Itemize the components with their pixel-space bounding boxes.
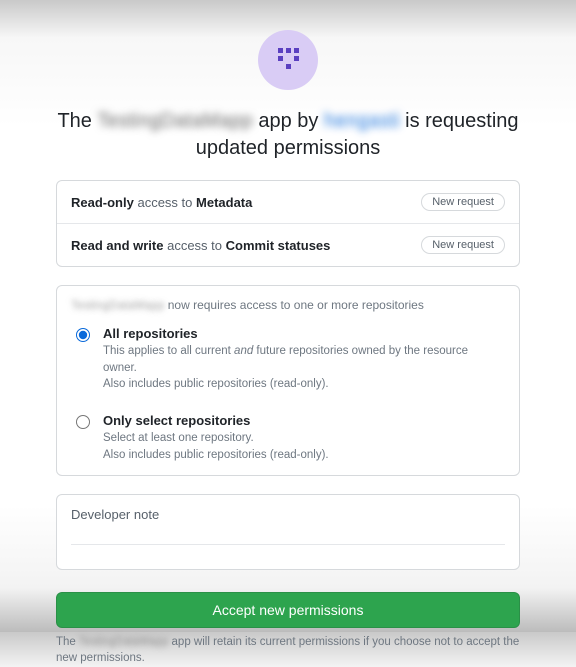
intro-text: now requires access to one or more repos…: [168, 298, 424, 312]
app-logo-icon: [272, 44, 304, 76]
option-desc: Select at least one repository. Also inc…: [103, 430, 505, 463]
developer-note-label: Developer note: [71, 507, 505, 545]
permission-text: Read and write access to Commit statuses: [71, 238, 330, 253]
permissions-panel: Read-only access to Metadata New request…: [56, 180, 520, 267]
permission-middle: access to: [167, 238, 222, 253]
option-select-repositories[interactable]: Only select repositories Select at least…: [57, 405, 519, 475]
permission-prefix: Read-only: [71, 195, 134, 210]
owner-link[interactable]: hengasti: [324, 110, 400, 132]
permission-row: Read-only access to Metadata New request: [57, 181, 519, 223]
option-title: All repositories: [103, 326, 505, 341]
accept-permissions-button[interactable]: Accept new permissions: [56, 592, 520, 628]
app-name: TestingDataMapp: [97, 110, 253, 132]
option-title: Only select repositories: [103, 413, 505, 428]
title-pre: The: [57, 110, 91, 132]
app-avatar: [258, 30, 318, 90]
permission-prefix: Read and write: [71, 238, 163, 253]
intro-app-name: TestingDataMapp: [71, 298, 164, 312]
permission-target: Commit statuses: [226, 238, 331, 253]
radio-all[interactable]: [76, 328, 90, 342]
new-request-badge: New request: [421, 193, 505, 211]
permission-target: Metadata: [196, 195, 252, 210]
title-by: app by: [258, 110, 318, 132]
footnote: The TestingDataMapp app will retain its …: [56, 634, 520, 666]
permission-text: Read-only access to Metadata: [71, 195, 252, 210]
permission-middle: access to: [137, 195, 192, 210]
option-desc: This applies to all current and future r…: [103, 343, 505, 393]
repo-access-panel: TestingDataMapp now requires access to o…: [56, 285, 520, 476]
new-request-badge: New request: [421, 236, 505, 254]
radio-select[interactable]: [76, 415, 90, 429]
developer-note-panel: Developer note: [56, 494, 520, 570]
permission-row: Read and write access to Commit statuses…: [57, 223, 519, 266]
footnote-app-name: TestingDataMapp: [79, 636, 169, 648]
page-title: The TestingDataMapp app by hengasti is r…: [56, 108, 520, 162]
option-all-repositories[interactable]: All repositories This applies to all cur…: [57, 318, 519, 405]
repo-access-intro: TestingDataMapp now requires access to o…: [57, 286, 519, 318]
